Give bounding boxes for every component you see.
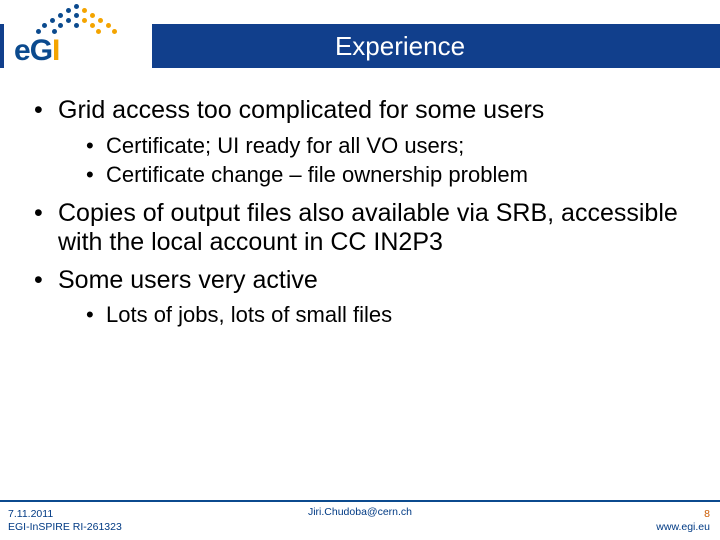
bullet-text: Some users very active <box>58 266 318 294</box>
page-number: 8 <box>656 508 710 521</box>
logo-dots-icon <box>26 4 126 34</box>
slide-body: Grid access too complicated for some use… <box>30 96 690 492</box>
subbullet-text: Certificate change – file ownership prob… <box>106 162 528 187</box>
subbullet-item: Lots of jobs, lots of small files <box>84 301 690 329</box>
slide-header: Experience eGI <box>0 0 720 74</box>
slide-footer: 7.11.2011 EGI-InSPIRE RI-261323 Jiri.Chu… <box>0 500 720 540</box>
footer-author: Jiri.Chudoba@cern.ch <box>0 506 720 518</box>
footer-url: www.egi.eu <box>656 521 710 534</box>
footer-divider <box>0 500 720 502</box>
subbullet-text: Certificate; UI ready for all VO users; <box>106 133 464 158</box>
bullet-item: Some users very active Lots of jobs, lot… <box>30 266 690 329</box>
footer-right: 8 www.egi.eu <box>656 508 710 534</box>
logo: eGI <box>4 0 152 74</box>
footer-project: EGI-InSPIRE RI-261323 <box>8 521 122 534</box>
subbullet-item: Certificate change – file ownership prob… <box>84 161 690 189</box>
subbullet-text: Lots of jobs, lots of small files <box>106 302 392 327</box>
bullet-item: Grid access too complicated for some use… <box>30 96 690 189</box>
subbullet-item: Certificate; UI ready for all VO users; <box>84 132 690 160</box>
bullet-item: Copies of output files also available vi… <box>30 199 690 258</box>
logo-text: eGI <box>14 34 59 68</box>
bullet-text: Copies of output files also available vi… <box>58 199 678 257</box>
bullet-text: Grid access too complicated for some use… <box>58 96 544 124</box>
